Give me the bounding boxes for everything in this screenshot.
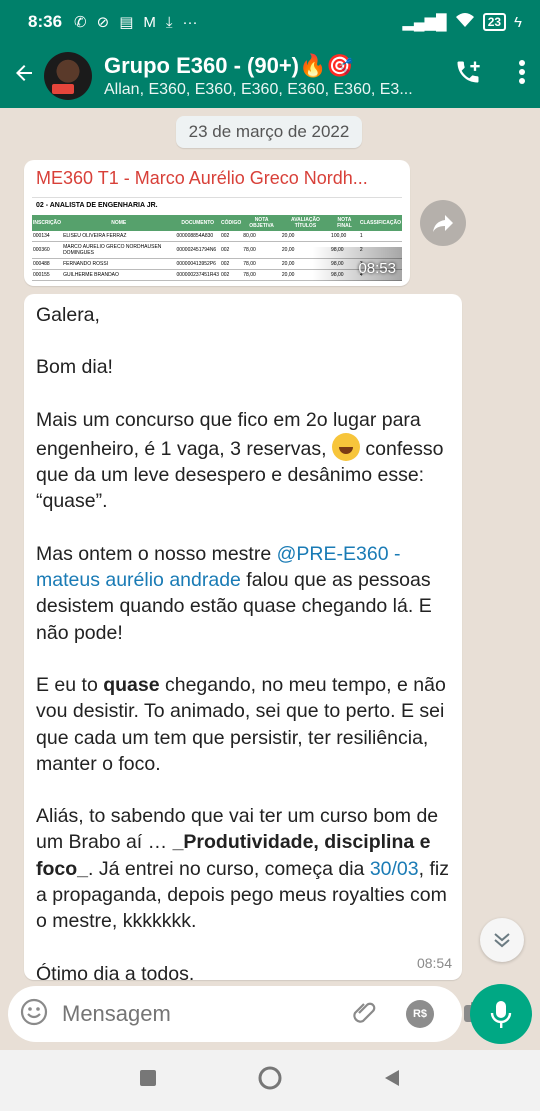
message-paragraph: Ótimo dia a todos.	[36, 962, 195, 985]
table-cell: GUILHERME BRANDAO	[62, 269, 176, 281]
table-cell: 000000413952P6	[175, 258, 220, 270]
table-header: NOTA FINAL	[330, 215, 359, 231]
table-cell: 002	[220, 258, 243, 270]
table-cell: 002	[220, 269, 243, 281]
message-paragraph: Mas ontem o nosso mestre @PRE-E360 - mat…	[36, 541, 450, 646]
message-text: . Já entrei no curso, começa dia	[88, 857, 370, 880]
forward-icon	[433, 215, 453, 232]
forward-button[interactable]	[420, 200, 466, 246]
table-cell: 002	[220, 231, 243, 242]
status-bar: 8:36 ✆ ⊘ ▤ M ⤓ ··· ▂▄▆█ 23 ϟ	[0, 0, 540, 44]
message-text: Mais um concurso que fico em 2o lugar pa…	[36, 408, 421, 460]
table-row: 000134 ELISEU OLIVEIRA FERRAZ 000008854A83…	[32, 231, 402, 242]
recent-apps-icon[interactable]	[139, 1069, 157, 1092]
table-cell: 000008854A830	[175, 231, 220, 242]
document-subtitle: 02 - ANALISTA DE ENGENHARIA JR.	[36, 202, 158, 209]
header-actions	[454, 58, 526, 91]
back-arrow-icon[interactable]	[6, 61, 42, 92]
download-icon: ⤓	[165, 13, 173, 31]
table-cell: 000134	[32, 231, 63, 242]
system-icons: ▂▄▆█ 23 ϟ	[402, 12, 522, 32]
signal-icon: ▂▄▆█	[402, 14, 447, 31]
message-paragraph: Galera,	[36, 304, 100, 326]
microphone-icon	[490, 1001, 512, 1028]
message-time: 08:54	[416, 954, 452, 971]
system-navigation-bar	[0, 1050, 540, 1111]
table-header: DOCUMENTO	[175, 215, 220, 231]
table-cell: 78,00	[242, 258, 281, 270]
message-paragraph: Mais um concurso que fico em 2o lugar pa…	[36, 407, 450, 515]
table-header: CÓDIGO	[220, 215, 243, 231]
table-cell: MARCO AURELIO GRECO NORDHAUSEN DOMINGUES	[62, 241, 176, 259]
table-header: NOME	[62, 215, 176, 231]
table-header: AVALIAÇÃO TÍTULOS	[280, 215, 331, 231]
table-cell: 000000237451R43	[175, 269, 220, 281]
document-title: ME360 T1 - Marco Aurélio Greco Nordh...	[36, 168, 368, 188]
more-notifications-icon: ···	[182, 13, 198, 31]
message-paragraph: Bom dia!	[36, 356, 113, 379]
table-header: CLASSIFICAÇÃO	[358, 215, 402, 231]
table-cell: 000002451794N6	[175, 241, 220, 259]
chat-area[interactable]: 23 de março de 2022 ME360 T1 - Marco Aur…	[0, 108, 540, 985]
group-title: Grupo E360 - (90+)🔥🎯	[104, 53, 354, 78]
message-time: 08:53	[358, 260, 396, 277]
group-avatar[interactable]	[44, 52, 92, 100]
document-preview[interactable]: 02 - ANALISTA DE ENGENHARIA JR. INSCRIÇÃ…	[32, 197, 402, 281]
table-header: INSCRIÇÃO	[32, 215, 63, 231]
bold-text: quase	[103, 673, 160, 696]
payment-icon[interactable]: R$	[406, 1000, 434, 1028]
grinning-sweat-emoji-icon	[331, 432, 360, 461]
message-input[interactable]	[62, 1001, 350, 1027]
phone-icon: ✆	[74, 14, 87, 31]
table-cell: 78,00	[242, 269, 281, 281]
table-cell: 1	[358, 231, 402, 242]
muted-call-icon: ⊘	[96, 14, 110, 31]
attach-icon[interactable]	[350, 998, 378, 1031]
group-info[interactable]: Grupo E360 - (90+)🔥🎯 Allan, E360, E360, …	[104, 53, 424, 99]
group-members: Allan, E360, E360, E360, E360, E360, E3.…	[104, 81, 413, 98]
table-header: NOTA OBJETIVA	[242, 215, 281, 231]
wifi-icon	[455, 12, 475, 32]
message-paragraph: E eu to quase chegando, no meu tempo, e …	[36, 672, 450, 777]
text-message[interactable]: Galera, Bom dia! Mais um concurso que fi…	[24, 294, 462, 985]
date-link[interactable]: 30/03	[370, 858, 419, 880]
table-cell: FERNANDO ROSSI	[62, 258, 176, 270]
composer-actions: R$	[350, 998, 490, 1031]
battery-icon: 23	[482, 13, 507, 31]
add-call-icon[interactable]	[454, 58, 482, 91]
status-time: 8:36	[28, 12, 63, 31]
message-text: Mas ontem o nosso mestre	[36, 542, 277, 565]
charging-icon: ϟ	[514, 13, 522, 31]
document-message[interactable]: ME360 T1 - Marco Aurélio Greco Nordh... …	[24, 160, 410, 286]
table-cell: ELISEU OLIVEIRA FERRAZ	[62, 231, 176, 242]
back-nav-icon[interactable]	[383, 1068, 401, 1093]
scroll-down-button[interactable]	[480, 918, 524, 962]
gmail-icon: M	[143, 13, 156, 31]
table-cell: 000488	[32, 258, 63, 270]
double-chevron-down-icon	[494, 933, 510, 948]
message-composer: R$	[8, 986, 488, 1042]
table-cell: 20,00	[280, 231, 331, 242]
chat-header: Grupo E360 - (90+)🔥🎯 Allan, E360, E360, …	[0, 44, 540, 108]
table-cell: 000360	[32, 241, 63, 259]
more-options-icon[interactable]	[518, 59, 526, 90]
message-paragraph: Aliás, to sabendo que vai ter um curso b…	[36, 803, 450, 934]
table-cell: 002	[220, 241, 243, 259]
home-icon[interactable]	[257, 1065, 283, 1096]
voice-record-button[interactable]	[470, 984, 532, 1044]
message-text: E eu to	[36, 673, 104, 696]
emoji-icon[interactable]	[20, 998, 48, 1031]
date-chip: 23 de março de 2022	[176, 116, 362, 148]
top-bar: 8:36 ✆ ⊘ ▤ M ⤓ ··· ▂▄▆█ 23 ϟ Grupo E360 …	[0, 0, 540, 108]
table-cell: 100,00	[330, 231, 359, 242]
notification-icons: ✆ ⊘ ▤ M ⤓ ···	[74, 13, 198, 32]
table-cell: 78,00	[242, 241, 281, 259]
table-cell: 000155	[32, 269, 63, 281]
message-icon: ▤	[119, 14, 134, 31]
table-cell: 80,00	[242, 231, 281, 242]
